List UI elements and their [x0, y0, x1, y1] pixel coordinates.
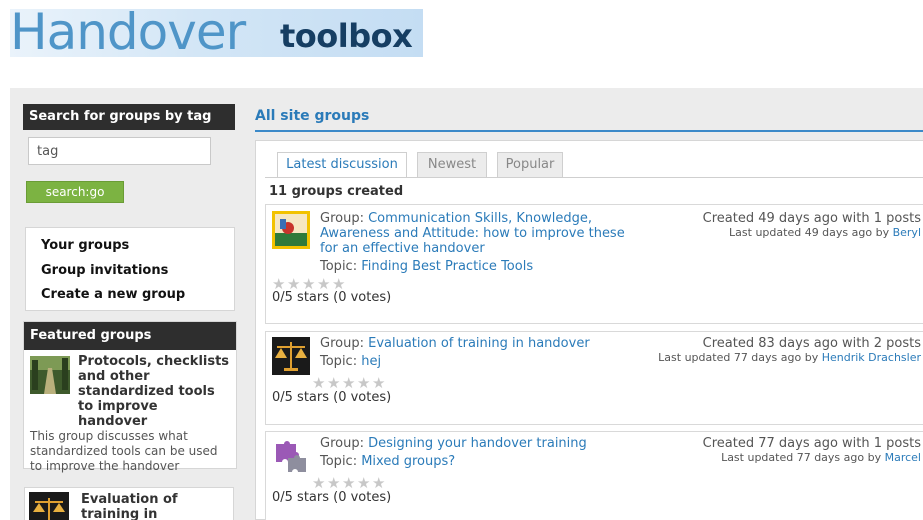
group-created: Created 77 days ago with 1 posts [702, 436, 921, 451]
rating-stars[interactable]: ★ ★ ★ ★ ★ [312, 376, 386, 391]
group-name-link[interactable]: Communication Skills, Knowledge, Awarene… [320, 211, 625, 256]
search-go-button[interactable]: search:go [26, 181, 124, 203]
tab-popular[interactable]: Popular [497, 152, 563, 178]
page-title: All site groups [255, 108, 370, 124]
star-icon[interactable]: ★ [342, 476, 356, 491]
scales-icon[interactable] [272, 337, 310, 375]
group-updated: Last updated 77 days ago by Hendrik Drac… [658, 351, 921, 364]
star-icon[interactable]: ★ [327, 376, 341, 391]
star-icon[interactable]: ★ [332, 277, 346, 292]
group-topic-line: Topic: Mixed groups? [320, 454, 456, 469]
group-meta: Created 49 days ago with 1 posts Last up… [703, 211, 921, 239]
star-icon[interactable]: ★ [287, 277, 301, 292]
group-topic-line: Topic: hej [320, 354, 382, 369]
handover-picture-icon[interactable] [272, 211, 310, 249]
tag-search-box: Search for groups by tag search:go [19, 97, 237, 217]
rating-stars[interactable]: ★ ★ ★ ★ ★ [272, 277, 346, 292]
star-icon[interactable]: ★ [327, 476, 341, 491]
rating-text: 0/5 stars (0 votes) [272, 290, 392, 305]
tab-newest[interactable]: Newest [417, 152, 487, 178]
group-meta: Created 77 days ago with 1 posts Last up… [703, 436, 921, 464]
puzzle-icon[interactable] [272, 438, 310, 476]
star-icon[interactable]: ★ [357, 376, 371, 391]
updated-by-link[interactable]: Hendrik Drachsler [822, 351, 921, 364]
group-invitations-link[interactable]: Group invitations [26, 259, 234, 284]
group-name-link[interactable]: Evaluation of training in handover [368, 336, 590, 351]
featured-group-item[interactable]: Protocols, checklists and other standard… [24, 350, 236, 474]
featured-group-item-2[interactable]: Evaluation of training in handover [24, 487, 234, 520]
updated-by-link[interactable]: Marcel [885, 451, 921, 464]
star-icon[interactable]: ★ [317, 277, 331, 292]
star-icon[interactable]: ★ [342, 376, 356, 391]
tag-search-input[interactable] [28, 137, 211, 165]
group-topic-link[interactable]: Finding Best Practice Tools [361, 259, 533, 274]
rating-text: 0/5 stars (0 votes) [272, 390, 392, 405]
featured-group-title-2[interactable]: Evaluation of training in handover [81, 492, 231, 520]
title-divider [255, 130, 923, 132]
group-name-link[interactable]: Designing your handover training [368, 436, 587, 451]
star-icon[interactable]: ★ [372, 476, 386, 491]
star-icon[interactable]: ★ [302, 277, 316, 292]
path-photo-icon [30, 356, 70, 394]
star-icon[interactable]: ★ [312, 376, 326, 391]
group-created: Created 83 days ago with 2 posts [702, 336, 921, 351]
group-links-box: Your groups Group invitations Create a n… [25, 227, 235, 311]
updated-by-link[interactable]: Beryl [893, 226, 921, 239]
group-updated: Last updated 49 days ago by Beryl [729, 226, 921, 239]
featured-groups-box: Featured groups Protocols, checklists an… [23, 321, 237, 473]
groups-count: 11 groups created [269, 184, 404, 199]
group-updated: Last updated 77 days ago by Marcel [721, 451, 921, 464]
group-topic-line: Topic: Finding Best Practice Tools [320, 259, 534, 274]
group-list-item: Group: Evaluation of training in handove… [265, 331, 923, 425]
star-icon[interactable]: ★ [357, 476, 371, 491]
group-name-line: Group: Evaluation of training in handove… [320, 336, 590, 351]
scales-icon [29, 492, 69, 520]
site-logo[interactable]: Handover toolbox [10, 9, 423, 57]
group-topic-link[interactable]: hej [361, 354, 381, 369]
featured-group-description: This group discusses what standardized t… [30, 429, 218, 473]
group-created: Created 49 days ago with 1 posts [702, 211, 921, 226]
featured-groups-title: Featured groups [24, 322, 236, 350]
tab-latest-discussion[interactable]: Latest discussion [277, 152, 407, 178]
sidebar: Search for groups by tag search:go Your … [19, 97, 237, 520]
star-icon[interactable]: ★ [272, 277, 286, 292]
star-icon[interactable]: ★ [312, 476, 326, 491]
group-name-line: Group: Designing your handover training [320, 436, 587, 451]
group-list-item: Group: Designing your handover training … [265, 431, 923, 520]
rating-text: 0/5 stars (0 votes) [272, 490, 392, 505]
group-topic-link[interactable]: Mixed groups? [361, 454, 455, 469]
logo-toolbox-text: toolbox [280, 17, 413, 55]
logo-handover-text: Handover [10, 9, 246, 57]
group-list-item: Group: Communication Skills, Knowledge, … [265, 204, 923, 324]
star-icon[interactable]: ★ [372, 376, 386, 391]
create-group-link[interactable]: Create a new group [26, 283, 234, 308]
your-groups-link[interactable]: Your groups [26, 234, 234, 259]
tag-search-title: Search for groups by tag [23, 104, 235, 130]
tab-divider [265, 177, 923, 178]
group-name-line: Group: Communication Skills, Knowledge, … [320, 211, 625, 256]
header-band [10, 57, 923, 87]
group-meta: Created 83 days ago with 2 posts Last up… [658, 336, 921, 364]
rating-stars[interactable]: ★ ★ ★ ★ ★ [312, 476, 386, 491]
